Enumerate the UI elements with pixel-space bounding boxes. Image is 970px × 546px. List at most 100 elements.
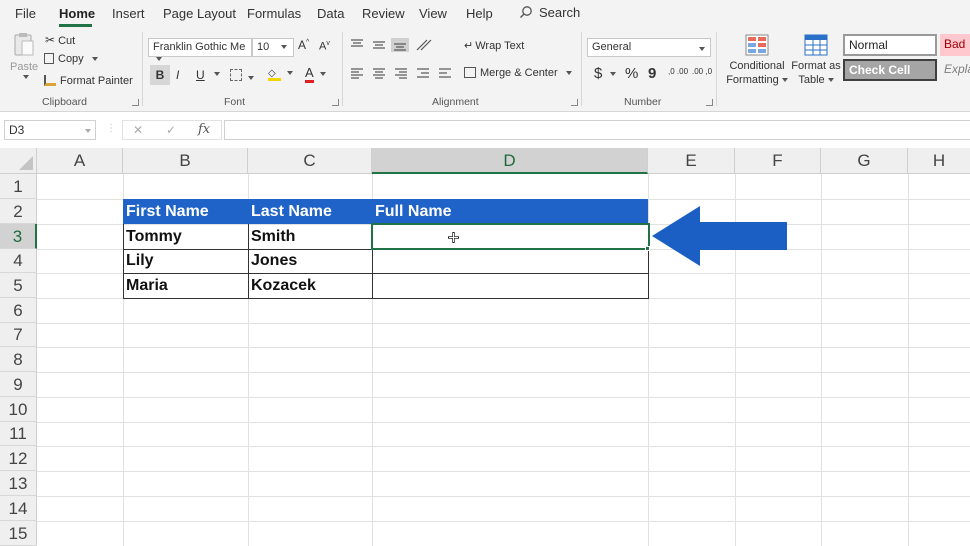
ribbon-tabs: File Home Insert Page Layout Formulas Da… xyxy=(0,0,970,28)
row-header-6[interactable]: 6 xyxy=(0,298,37,323)
style-check-cell[interactable]: Check Cell xyxy=(843,59,937,81)
increase-decimal-button[interactable]: ,0 .00 xyxy=(668,68,688,76)
column-header-e[interactable]: E xyxy=(648,148,735,174)
insert-function-icon[interactable]: fx xyxy=(198,122,210,137)
row-header-8[interactable]: 8 xyxy=(0,347,37,372)
cell-b3[interactable]: Tommy xyxy=(123,224,248,249)
style-normal[interactable]: Normal xyxy=(843,34,937,56)
number-launcher-icon[interactable] xyxy=(706,99,713,106)
merge-center-label: Merge & Center xyxy=(480,67,558,79)
fill-color-button[interactable]: ◇ xyxy=(268,67,293,81)
column-header-c[interactable]: C xyxy=(248,148,372,174)
underline-button[interactable]: U xyxy=(196,68,205,82)
font-size-select[interactable]: 10 xyxy=(252,38,294,57)
underline-dropdown[interactable] xyxy=(211,68,220,80)
cut-button[interactable]: ✂ Cut xyxy=(45,33,75,47)
search-box[interactable]: Search xyxy=(519,5,580,20)
row-header-1[interactable]: 1 xyxy=(0,174,37,199)
decrease-decimal-button[interactable]: .00 ,0 xyxy=(692,68,712,76)
tab-page-layout[interactable]: Page Layout xyxy=(163,6,236,21)
format-painter-button[interactable]: Format Painter xyxy=(44,75,133,87)
paste-icon xyxy=(14,33,34,56)
percent-button[interactable]: % xyxy=(625,65,638,82)
cell-d4[interactable] xyxy=(372,249,648,273)
format-as-table-button[interactable]: Format as Table xyxy=(791,34,841,87)
tab-formulas[interactable]: Formulas xyxy=(247,6,301,21)
borders-button[interactable] xyxy=(230,69,254,84)
bold-button[interactable]: B xyxy=(150,65,170,85)
active-tab-indicator xyxy=(59,24,92,27)
row-header-15[interactable]: 15 xyxy=(0,521,37,546)
search-icon xyxy=(520,6,532,18)
tab-home[interactable]: Home xyxy=(59,6,95,21)
row-header-5[interactable]: 5 xyxy=(0,273,37,298)
select-all-corner[interactable] xyxy=(0,148,37,174)
column-header-g[interactable]: G xyxy=(821,148,908,174)
name-box[interactable]: D3 xyxy=(4,120,96,140)
row-header-13[interactable]: 13 xyxy=(0,471,37,496)
formula-input[interactable] xyxy=(224,120,970,140)
cell-b4[interactable]: Lily xyxy=(123,249,248,273)
conditional-formatting-button[interactable]: Conditional Formatting xyxy=(724,34,790,87)
paste-button[interactable]: Paste xyxy=(10,32,38,83)
copy-button[interactable]: Copy xyxy=(44,53,98,65)
tab-view[interactable]: View xyxy=(419,6,447,21)
row-header-3[interactable]: 3 xyxy=(0,224,37,249)
column-header-a[interactable]: A xyxy=(37,148,123,174)
cell-b2-header[interactable]: First Name xyxy=(123,199,248,224)
cell-d5[interactable] xyxy=(372,273,648,298)
currency-icon: $ xyxy=(594,65,603,82)
group-divider xyxy=(581,32,582,106)
row-header-11[interactable]: 11 xyxy=(0,422,37,446)
tab-file[interactable]: File xyxy=(15,6,36,21)
cancel-icon[interactable]: ✕ xyxy=(133,123,143,137)
alignment-launcher-icon[interactable] xyxy=(571,99,578,106)
font-color-button[interactable]: A xyxy=(305,66,326,83)
tab-data[interactable]: Data xyxy=(317,6,344,21)
font-name-value: Franklin Gothic Me xyxy=(153,41,246,53)
cell-c5[interactable]: Kozacek xyxy=(248,273,372,298)
worksheet-grid[interactable]: A B C D E F G H 1 2 3 4 5 6 7 8 9 10 11 … xyxy=(0,148,970,546)
format-painter-label: Format Painter xyxy=(60,75,133,87)
row-header-14[interactable]: 14 xyxy=(0,496,37,521)
cell-b5[interactable]: Maria xyxy=(123,273,248,298)
row-header-10[interactable]: 10 xyxy=(0,397,37,422)
cell-c2-header[interactable]: Last Name xyxy=(248,199,372,224)
column-header-h[interactable]: H xyxy=(908,148,970,174)
comma-button[interactable]: 9 xyxy=(648,65,656,82)
table-border xyxy=(248,224,249,299)
excel-window: File Home Insert Page Layout Formulas Da… xyxy=(0,0,970,546)
italic-button[interactable]: I xyxy=(176,68,179,82)
active-cell-selection[interactable] xyxy=(371,223,650,250)
row-header-7[interactable]: 7 xyxy=(0,323,37,347)
annotation-arrow-shape xyxy=(652,206,787,266)
tab-insert[interactable]: Insert xyxy=(112,6,145,21)
font-color-icon: A xyxy=(305,66,314,83)
column-header-b[interactable]: B xyxy=(123,148,248,174)
column-header-d[interactable]: D xyxy=(372,148,648,174)
gridline xyxy=(37,521,970,522)
font-name-select[interactable]: Franklin Gothic Me xyxy=(148,38,252,62)
row-header-2[interactable]: 2 xyxy=(0,199,37,224)
cell-d2-header[interactable]: Full Name xyxy=(372,199,648,224)
column-header-f[interactable]: F xyxy=(735,148,821,174)
row-header-4[interactable]: 4 xyxy=(0,249,37,273)
clipboard-launcher-icon[interactable] xyxy=(132,99,139,106)
fill-handle[interactable] xyxy=(645,246,650,251)
decrease-font-button[interactable]: Av xyxy=(319,40,330,53)
row-header-12[interactable]: 12 xyxy=(0,446,37,471)
font-launcher-icon[interactable] xyxy=(332,99,339,106)
row-header-9[interactable]: 9 xyxy=(0,372,37,397)
cell-c4[interactable]: Jones xyxy=(248,249,372,273)
increase-font-button[interactable]: A^ xyxy=(298,38,309,52)
merge-center-button[interactable]: Merge & Center xyxy=(464,67,572,79)
tab-help[interactable]: Help xyxy=(466,6,493,21)
tab-review[interactable]: Review xyxy=(362,6,405,21)
enter-icon[interactable]: ✓ xyxy=(166,123,176,137)
wrap-text-button[interactable]: ↵ Wrap Text xyxy=(464,39,524,52)
cell-c3[interactable]: Smith xyxy=(248,224,372,249)
currency-button[interactable]: $ xyxy=(594,65,617,82)
number-format-select[interactable]: General xyxy=(587,38,711,57)
style-explanatory[interactable]: Explan xyxy=(940,59,970,81)
style-bad[interactable]: Bad xyxy=(940,34,970,56)
